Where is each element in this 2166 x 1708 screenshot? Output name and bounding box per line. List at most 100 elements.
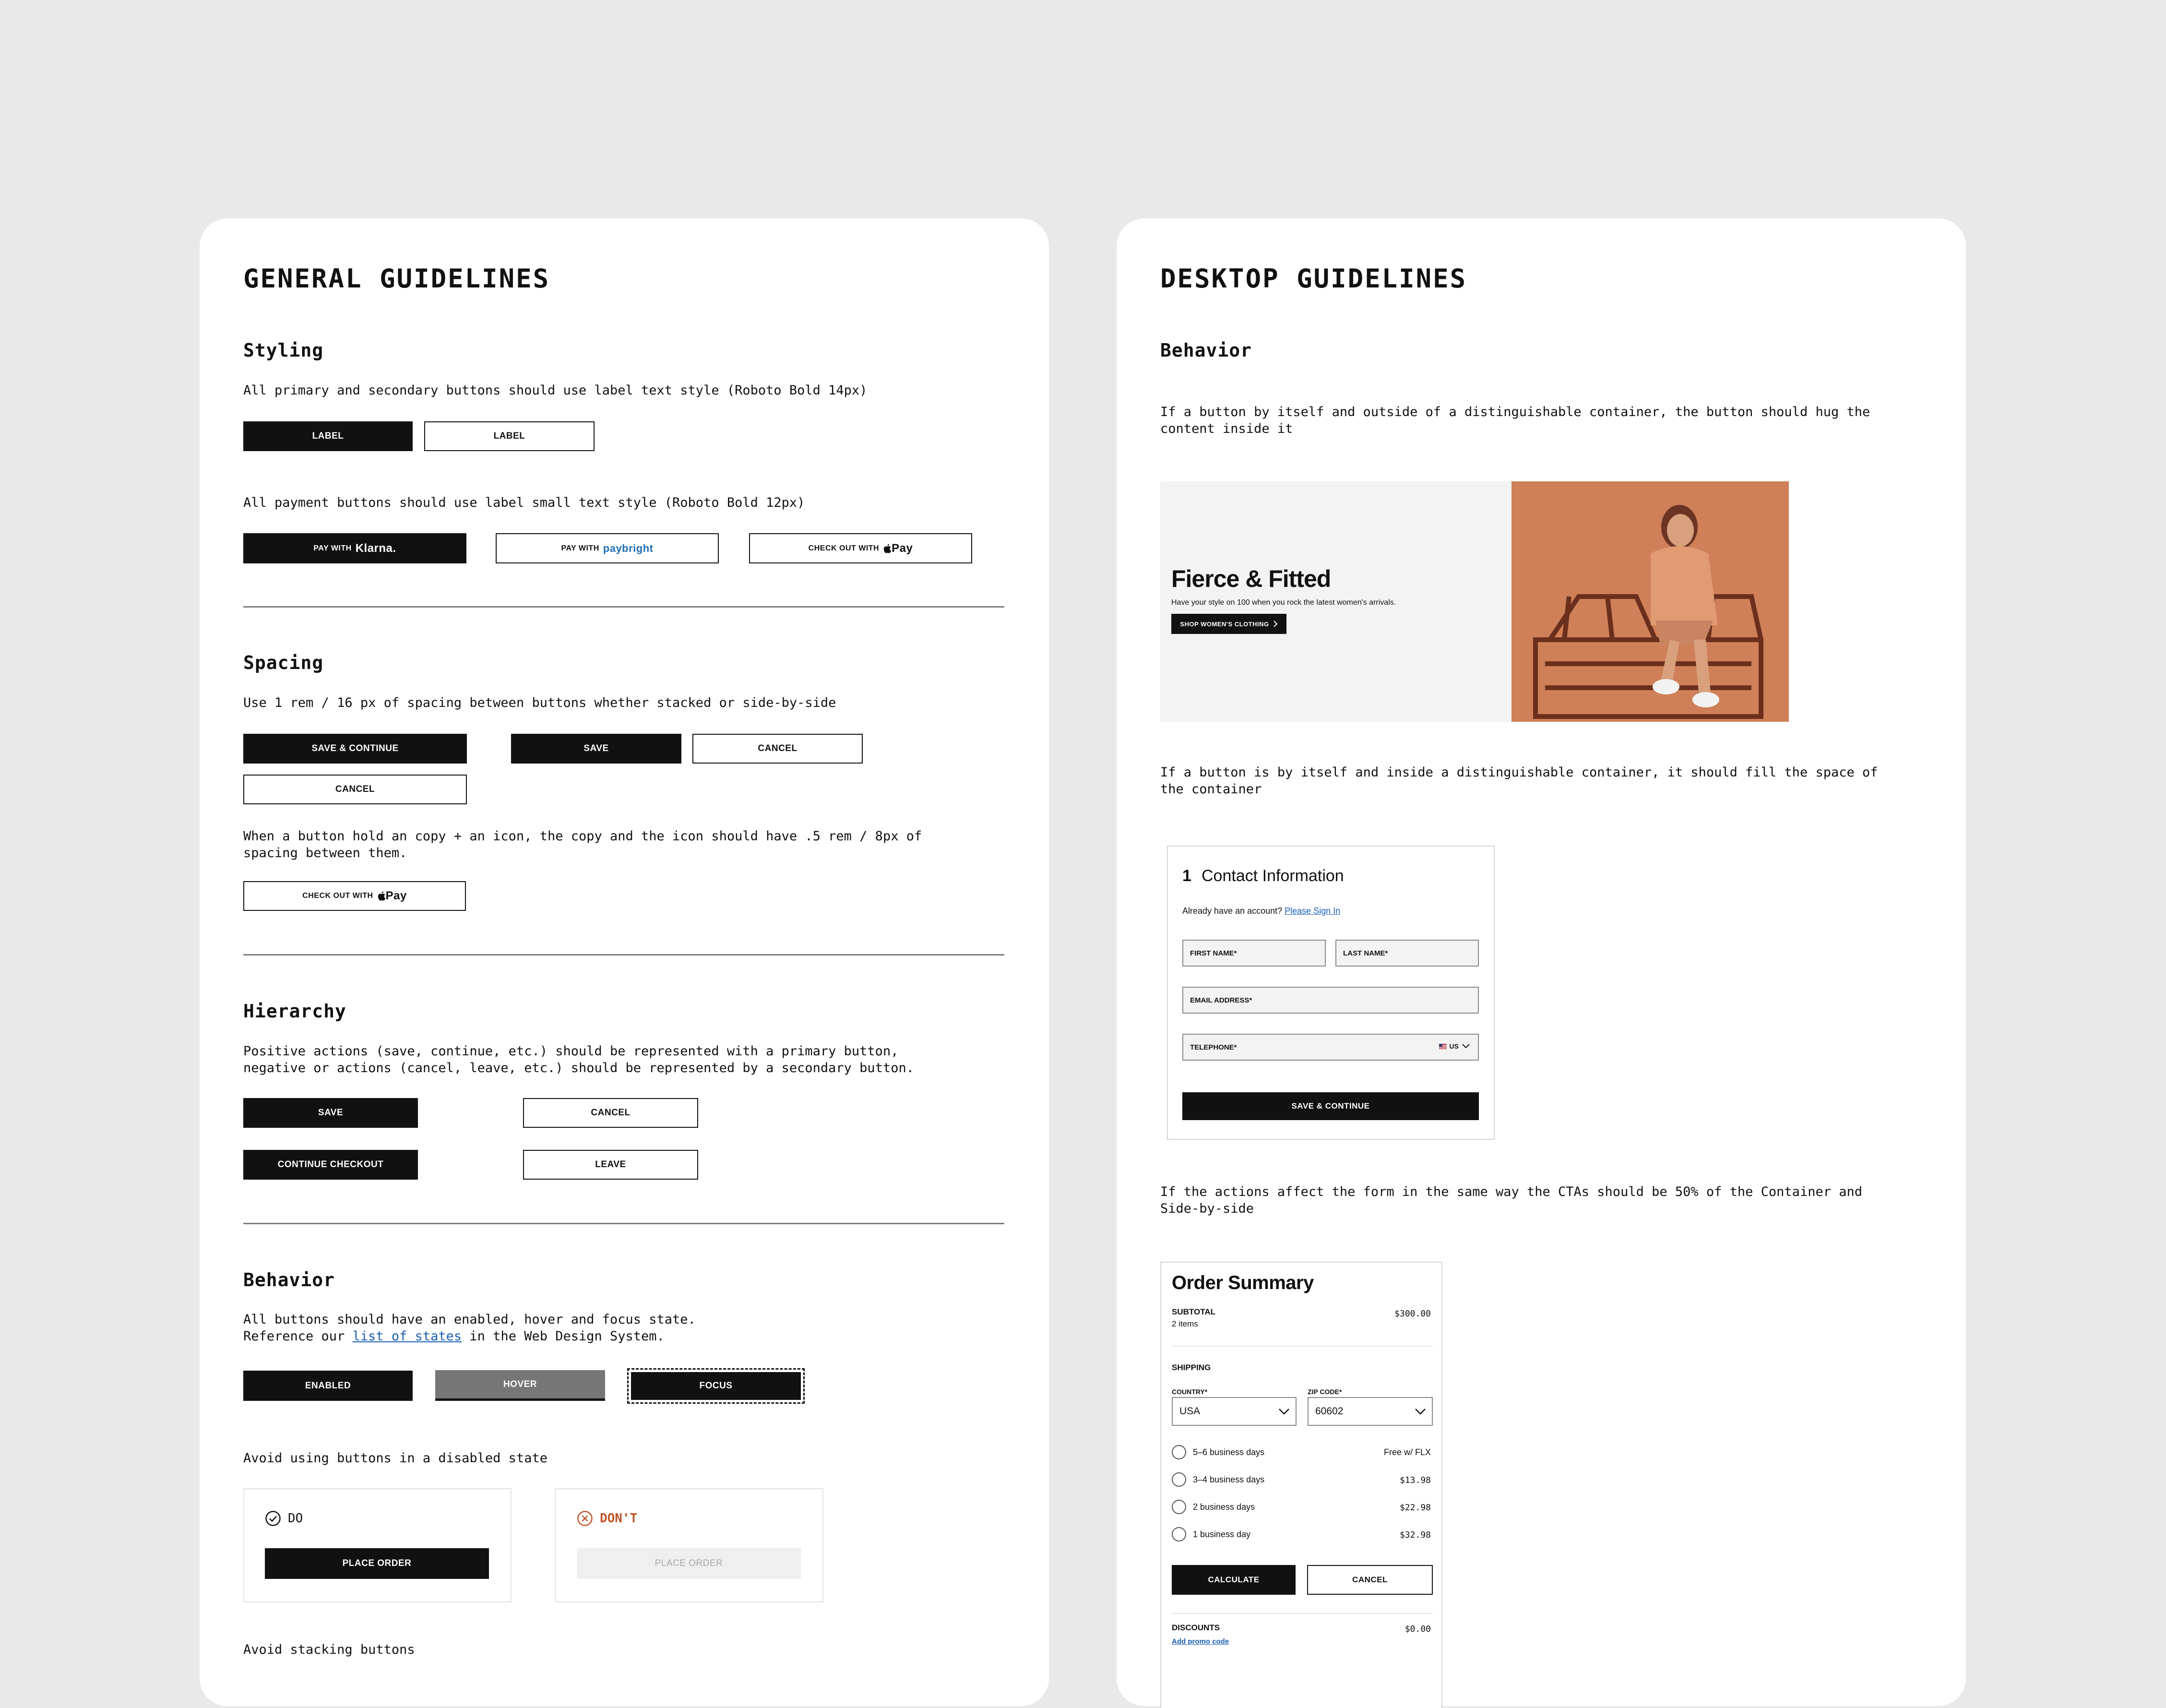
sign-in-link[interactable]: Please Sign In xyxy=(1285,906,1340,916)
section-divider xyxy=(243,954,1004,956)
do-label: DO xyxy=(288,1511,303,1526)
shipping-option-price: $22.98 xyxy=(1399,1503,1431,1513)
shipping-option-price: $13.98 xyxy=(1399,1475,1431,1485)
chevron-right-icon xyxy=(1273,621,1278,627)
apple-pay-label: Pay xyxy=(892,541,913,555)
general-guidelines-title: GENERAL GUIDELINES xyxy=(243,263,550,294)
behavior-text: All buttons should have an enabled, hove… xyxy=(243,1311,1011,1345)
dont-label: DON'T xyxy=(600,1511,638,1526)
last-name-field[interactable]: LAST NAME* xyxy=(1335,940,1479,967)
order-summary-panel: Order Summary SUBTOTAL 2 items $300.00 S… xyxy=(1160,1262,1442,1708)
discounts-label: DISCOUNTS xyxy=(1172,1623,1220,1632)
subtotal-label: SUBTOTAL xyxy=(1172,1307,1215,1316)
discounts-value: $0.00 xyxy=(1404,1624,1431,1634)
hierarchy-cancel-button[interactable]: CANCEL xyxy=(523,1098,698,1128)
desktop-text-3: If the actions affect the form in the sa… xyxy=(1160,1184,1862,1216)
shipping-option-label: 2 business days xyxy=(1193,1502,1255,1512)
klarna-logo: Klarna. xyxy=(355,541,396,555)
hierarchy-text: Positive actions (save, continue, etc.) … xyxy=(243,1044,914,1075)
chevron-down-icon xyxy=(1279,1409,1289,1415)
us-flag-icon xyxy=(1439,1043,1447,1049)
zip-code-field[interactable]: 60602 xyxy=(1308,1397,1433,1426)
subtotal-items: 2 items xyxy=(1172,1319,1198,1328)
account-prompt: Already have an account? Please Sign In xyxy=(1182,906,1340,916)
chevron-down-icon xyxy=(1415,1409,1426,1415)
general-guidelines-card: GENERAL GUIDELINES Styling All primary a… xyxy=(200,218,1049,1706)
shipping-option-radio[interactable] xyxy=(1172,1445,1186,1459)
do-example-box: DO PLACE ORDER xyxy=(243,1488,512,1602)
desktop-behavior-heading: Behavior xyxy=(1160,340,1252,361)
telephone-field[interactable]: TELEPHONE* US xyxy=(1182,1034,1479,1061)
disabled-text: Avoid using buttons in a disabled state xyxy=(243,1451,547,1466)
country-code-selector[interactable]: US xyxy=(1439,1042,1470,1050)
pay-with-label: PAY WITH xyxy=(561,544,599,552)
styling-heading: Styling xyxy=(243,340,324,361)
stacking-text: Avoid stacking buttons xyxy=(243,1642,415,1657)
shipping-option-radio[interactable] xyxy=(1172,1500,1186,1514)
pay-with-klarna-button[interactable]: PAY WITH Klarna. xyxy=(243,533,466,563)
subtotal-value: $300.00 xyxy=(1394,1309,1431,1319)
hierarchy-save-button[interactable]: SAVE xyxy=(243,1098,418,1128)
contact-save-continue-button[interactable]: SAVE & CONTINUE xyxy=(1182,1092,1479,1120)
label-secondary-button[interactable]: LABEL xyxy=(424,421,595,451)
x-circle-icon xyxy=(577,1511,593,1526)
country-label: COUNTRY* xyxy=(1172,1388,1208,1396)
shipping-option-price: Free w/ FLX xyxy=(1383,1447,1431,1457)
apple-icon xyxy=(883,544,892,553)
country-select[interactable]: USA xyxy=(1172,1397,1297,1426)
first-name-field[interactable]: FIRST NAME* xyxy=(1182,940,1326,967)
banner-title: Fierce & Fitted xyxy=(1171,565,1331,592)
shipping-label: SHIPPING xyxy=(1172,1363,1211,1372)
order-summary-title: Order Summary xyxy=(1172,1272,1314,1293)
desktop-text-2: If a button is by itself and inside a di… xyxy=(1160,765,1878,797)
check-circle-icon xyxy=(265,1511,281,1526)
place-order-button[interactable]: PLACE ORDER xyxy=(265,1548,489,1579)
hover-state-button[interactable]: HOVER xyxy=(435,1370,605,1401)
desktop-text-1: If a button by itself and outside of a d… xyxy=(1160,405,1870,436)
shipping-option-radio[interactable] xyxy=(1172,1472,1186,1487)
list-of-states-link[interactable]: list of states xyxy=(353,1329,462,1344)
shipping-option-label: 1 business day xyxy=(1193,1529,1251,1539)
dont-example-box: DON'T PLACE ORDER xyxy=(555,1488,823,1602)
order-cancel-button[interactable]: CANCEL xyxy=(1307,1565,1433,1595)
check-out-with-label: CHECK OUT WITH xyxy=(302,892,373,900)
divider xyxy=(1172,1346,1433,1347)
add-promo-code-link[interactable]: Add promo code xyxy=(1172,1637,1229,1646)
desktop-guidelines-card: DESKTOP GUIDELINES Behavior If a button … xyxy=(1117,218,1966,1708)
divider xyxy=(1172,1613,1433,1614)
apple-icon xyxy=(378,891,385,901)
shipping-option-radio[interactable] xyxy=(1172,1527,1186,1541)
step-number: 1 xyxy=(1182,867,1191,885)
shop-womens-clothing-button[interactable]: SHOP WOMEN'S CLOTHING xyxy=(1171,614,1286,634)
spacing-text-1: Use 1 rem / 16 px of spacing between but… xyxy=(243,695,836,710)
continue-checkout-button[interactable]: CONTINUE CHECKOUT xyxy=(243,1150,418,1180)
telephone-label: TELEPHONE* xyxy=(1190,1043,1237,1051)
cancel-side-button[interactable]: CANCEL xyxy=(692,734,863,764)
shipping-option-label: 3–4 business days xyxy=(1193,1475,1265,1484)
leave-button[interactable]: LEAVE xyxy=(523,1150,698,1180)
calculate-button[interactable]: CALCULATE xyxy=(1172,1565,1296,1595)
zip-label: ZIP CODE* xyxy=(1308,1388,1342,1396)
check-out-apple-pay-icon-button[interactable]: CHECK OUT WITH Pay xyxy=(243,881,466,911)
shipping-option-label: 5–6 business days xyxy=(1193,1447,1265,1457)
pay-with-paybright-button[interactable]: PAY WITH paybright xyxy=(496,533,719,563)
label-primary-button[interactable]: LABEL xyxy=(243,421,413,451)
styling-text-2: All payment buttons should use label sma… xyxy=(243,495,805,510)
spacing-text-2: When a button hold an copy + an icon, th… xyxy=(243,829,922,860)
promo-banner: Fierce & Fitted Have your style on 100 w… xyxy=(1160,481,1789,722)
banner-photo xyxy=(1511,481,1789,722)
behavior-text-post: in the Web Design System. xyxy=(462,1329,665,1344)
focus-state-button[interactable]: FOCUS xyxy=(627,1368,805,1404)
section-divider xyxy=(243,1223,1004,1224)
section-divider xyxy=(243,606,1004,608)
country-code-label: US xyxy=(1449,1042,1459,1050)
behavior-heading: Behavior xyxy=(243,1269,335,1290)
save-continue-button[interactable]: SAVE & CONTINUE xyxy=(243,734,467,764)
enabled-state-button[interactable]: ENABLED xyxy=(243,1371,413,1401)
cancel-stacked-button[interactable]: CANCEL xyxy=(243,775,467,804)
email-field[interactable]: EMAIL ADDRESS* xyxy=(1182,987,1479,1014)
chevron-down-icon xyxy=(1462,1044,1470,1049)
save-button[interactable]: SAVE xyxy=(511,734,681,764)
check-out-with-apple-pay-button[interactable]: CHECK OUT WITH Pay xyxy=(749,533,972,563)
contact-information-form: 1 Contact Information Already have an ac… xyxy=(1167,846,1495,1140)
